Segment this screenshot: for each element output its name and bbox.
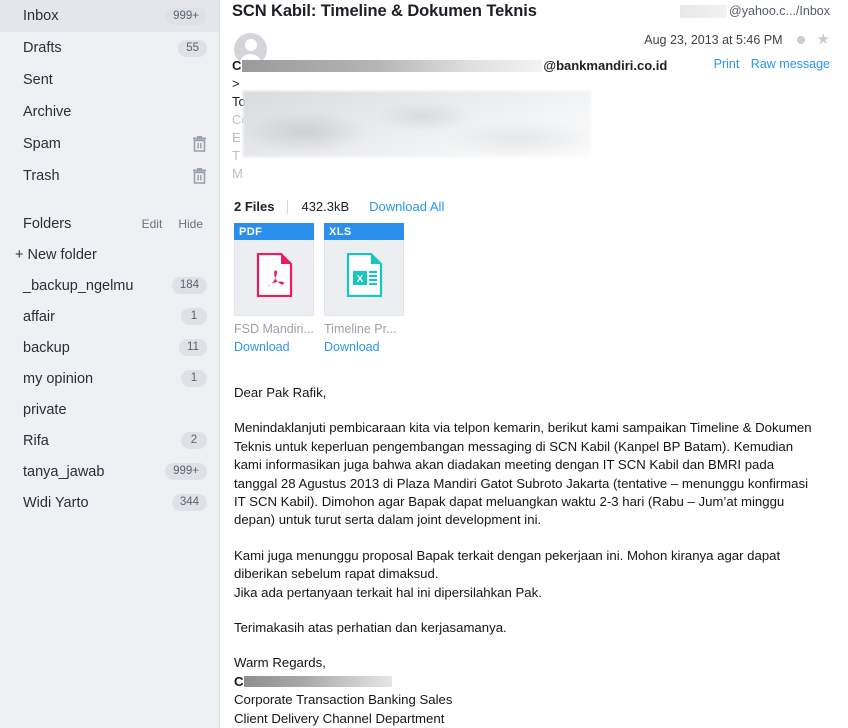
sidebar-item-label: Inbox xyxy=(23,8,59,24)
folder-label: affair xyxy=(23,308,55,325)
star-icon[interactable]: ★ xyxy=(817,32,830,47)
sidebar-item-badge: 55 xyxy=(178,39,207,57)
new-folder-button[interactable]: + New folder xyxy=(0,239,219,270)
sidebar-item-spam[interactable]: Spam xyxy=(0,128,219,160)
attachment-thumbnail[interactable]: X xyxy=(324,240,404,316)
sidebar-item-trash[interactable]: Trash xyxy=(0,160,219,192)
message-headers: C@bankmandiri.co.id > To: r@yahoo.com Cc… xyxy=(232,57,830,183)
attachments-section: 2 Files 432.3kB Download All PDF FSD Man… xyxy=(232,199,830,356)
folder-badge: 1 xyxy=(181,370,207,387)
signature-block: Warm Regards, C Corporate Transaction Ba… xyxy=(234,654,812,728)
signature-name-initial: C xyxy=(234,673,244,689)
redacted-account-block xyxy=(680,4,728,18)
trash-icon[interactable] xyxy=(192,136,207,152)
attachment-type-tag: XLS xyxy=(324,223,404,240)
mail-client: Inbox 999+ Drafts 55 Sent Archive Spam T… xyxy=(0,0,848,728)
sidebar-item-archive[interactable]: Archive xyxy=(0,96,219,128)
folder-item-widi-yarto[interactable]: Widi Yarto 344 xyxy=(0,487,219,518)
body-paragraph-3: Terimakasih atas perhatian dan kerjasama… xyxy=(234,620,507,636)
date-row: Aug 23, 2013 at 5:46 PM ★ xyxy=(644,32,830,47)
subject-row: SCN Kabil: Timeline & Dokumen Teknis @ya… xyxy=(232,0,830,21)
folder-item-rifa[interactable]: Rifa 2 xyxy=(0,425,219,456)
folder-item-backup-ngelmu[interactable]: _backup_ngelmu 184 xyxy=(0,270,219,301)
sidebar-item-badge: 999+ xyxy=(165,7,207,25)
folder-label: private xyxy=(23,401,67,418)
folder-item-affair[interactable]: affair 1 xyxy=(0,301,219,332)
folder-badge: 184 xyxy=(171,277,207,294)
folders-edit-button[interactable]: Edit xyxy=(142,217,163,231)
unread-dot-icon[interactable] xyxy=(796,36,805,44)
attachment-card-pdf[interactable]: PDF FSD Mandiri... Download xyxy=(234,223,314,356)
body-greeting: Dear Pak Rafik, xyxy=(234,385,327,400)
attachment-download-button[interactable]: Download xyxy=(234,340,290,354)
folder-item-tanya-jawab[interactable]: tanya_jawab 999+ xyxy=(0,456,219,487)
folders-header: Folders Edit Hide xyxy=(0,209,219,239)
body-paragraph-2: Kami juga menunggu proposal Bapak terkai… xyxy=(234,547,812,602)
redacted-signature-name xyxy=(243,675,392,687)
body-paragraph-2-line-2: Jika ada pertanyaan terkait hal ini dipe… xyxy=(234,584,542,600)
sidebar-item-label: Archive xyxy=(23,104,72,120)
download-all-button[interactable]: Download All xyxy=(369,199,444,214)
folder-label: tanya_jawab xyxy=(23,463,105,480)
sidebar-item-drafts[interactable]: Drafts 55 xyxy=(0,32,219,64)
from-name-initial: C xyxy=(232,58,242,73)
message-subject: SCN Kabil: Timeline & Dokumen Teknis xyxy=(232,2,537,20)
sidebar-item-label: Sent xyxy=(23,72,53,88)
signature-title-1: Corporate Transaction Banking Sales xyxy=(234,692,453,708)
header-extra-3: M xyxy=(232,166,243,181)
mailbox-path: @yahoo.c.../Inbox xyxy=(680,1,830,18)
body-paragraph-1: Menindaklanjuti pembicaraan kita via tel… xyxy=(234,420,812,528)
sidebar-item-sent[interactable]: Sent xyxy=(0,64,219,96)
divider xyxy=(287,199,289,214)
folders-title: Folders xyxy=(23,216,72,232)
signature-name: C xyxy=(234,673,812,691)
attachment-filename: Timeline Pr... xyxy=(324,322,397,336)
message-date: Aug 23, 2013 at 5:46 PM xyxy=(644,33,783,47)
folder-badge: 999+ xyxy=(165,463,207,480)
sidebar-item-label: Spam xyxy=(23,136,61,152)
folder-badge: 2 xyxy=(181,432,207,449)
message-body: Dear Pak Rafik, Menindaklanjuti pembicar… xyxy=(232,384,812,728)
trash-icon[interactable] xyxy=(192,168,207,184)
header-from: C @bankmandiri.co.id xyxy=(232,57,830,75)
folder-label: Rifa xyxy=(23,432,49,449)
sidebar-item-label: Drafts xyxy=(23,40,62,56)
folder-item-backup[interactable]: backup 11 xyxy=(0,332,219,363)
sidebar: Inbox 999+ Drafts 55 Sent Archive Spam T… xyxy=(0,0,220,728)
folder-badge: 11 xyxy=(179,339,207,356)
attachments-count: 2 Files xyxy=(234,199,275,214)
body-paragraph-2-line-1: Kami juga menunggu proposal Bapak terkai… xyxy=(234,547,781,582)
attachment-type-tag: PDF xyxy=(234,223,314,240)
folder-badge: 1 xyxy=(181,308,207,325)
pdf-file-icon xyxy=(256,252,293,302)
svg-text:X: X xyxy=(356,274,363,285)
signature-title-2: Client Delivery Channel Department xyxy=(234,710,445,726)
folder-item-private[interactable]: private xyxy=(0,394,219,425)
attachment-download-button[interactable]: Download xyxy=(324,340,380,354)
xls-file-icon: X xyxy=(346,252,383,302)
attachments-header: 2 Files 432.3kB Download All xyxy=(234,199,830,214)
folder-label: backup xyxy=(23,339,70,356)
attachment-card-xls[interactable]: XLS X Timeline Pr... Download xyxy=(324,223,404,356)
sidebar-item-inbox[interactable]: Inbox 999+ xyxy=(0,0,219,32)
folder-item-my-opinion[interactable]: my opinion 1 xyxy=(0,363,219,394)
folders-hide-button[interactable]: Hide xyxy=(178,217,203,231)
attachment-filename: FSD Mandiri... xyxy=(234,322,314,336)
message-pane: SCN Kabil: Timeline & Dokumen Teknis @ya… xyxy=(220,0,848,728)
redacted-headers-overlay xyxy=(243,91,591,157)
from-domain: @bankmandiri.co.id xyxy=(543,58,668,73)
folder-label: _backup_ngelmu xyxy=(23,277,134,294)
redacted-sender-name xyxy=(242,60,543,72)
attachments-total-size: 432.3kB xyxy=(301,199,350,214)
signature-closing: Warm Regards, xyxy=(234,655,326,671)
attachment-cards: PDF FSD Mandiri... Download XLS X Timeli… xyxy=(234,223,830,356)
attachment-thumbnail[interactable] xyxy=(234,240,314,316)
sidebar-item-label: Trash xyxy=(23,168,60,184)
mailbox-path-label: @yahoo.c.../Inbox xyxy=(729,4,830,18)
folder-label: my opinion xyxy=(23,370,94,387)
folder-label: Widi Yarto xyxy=(23,494,89,511)
folder-badge: 344 xyxy=(171,494,207,511)
